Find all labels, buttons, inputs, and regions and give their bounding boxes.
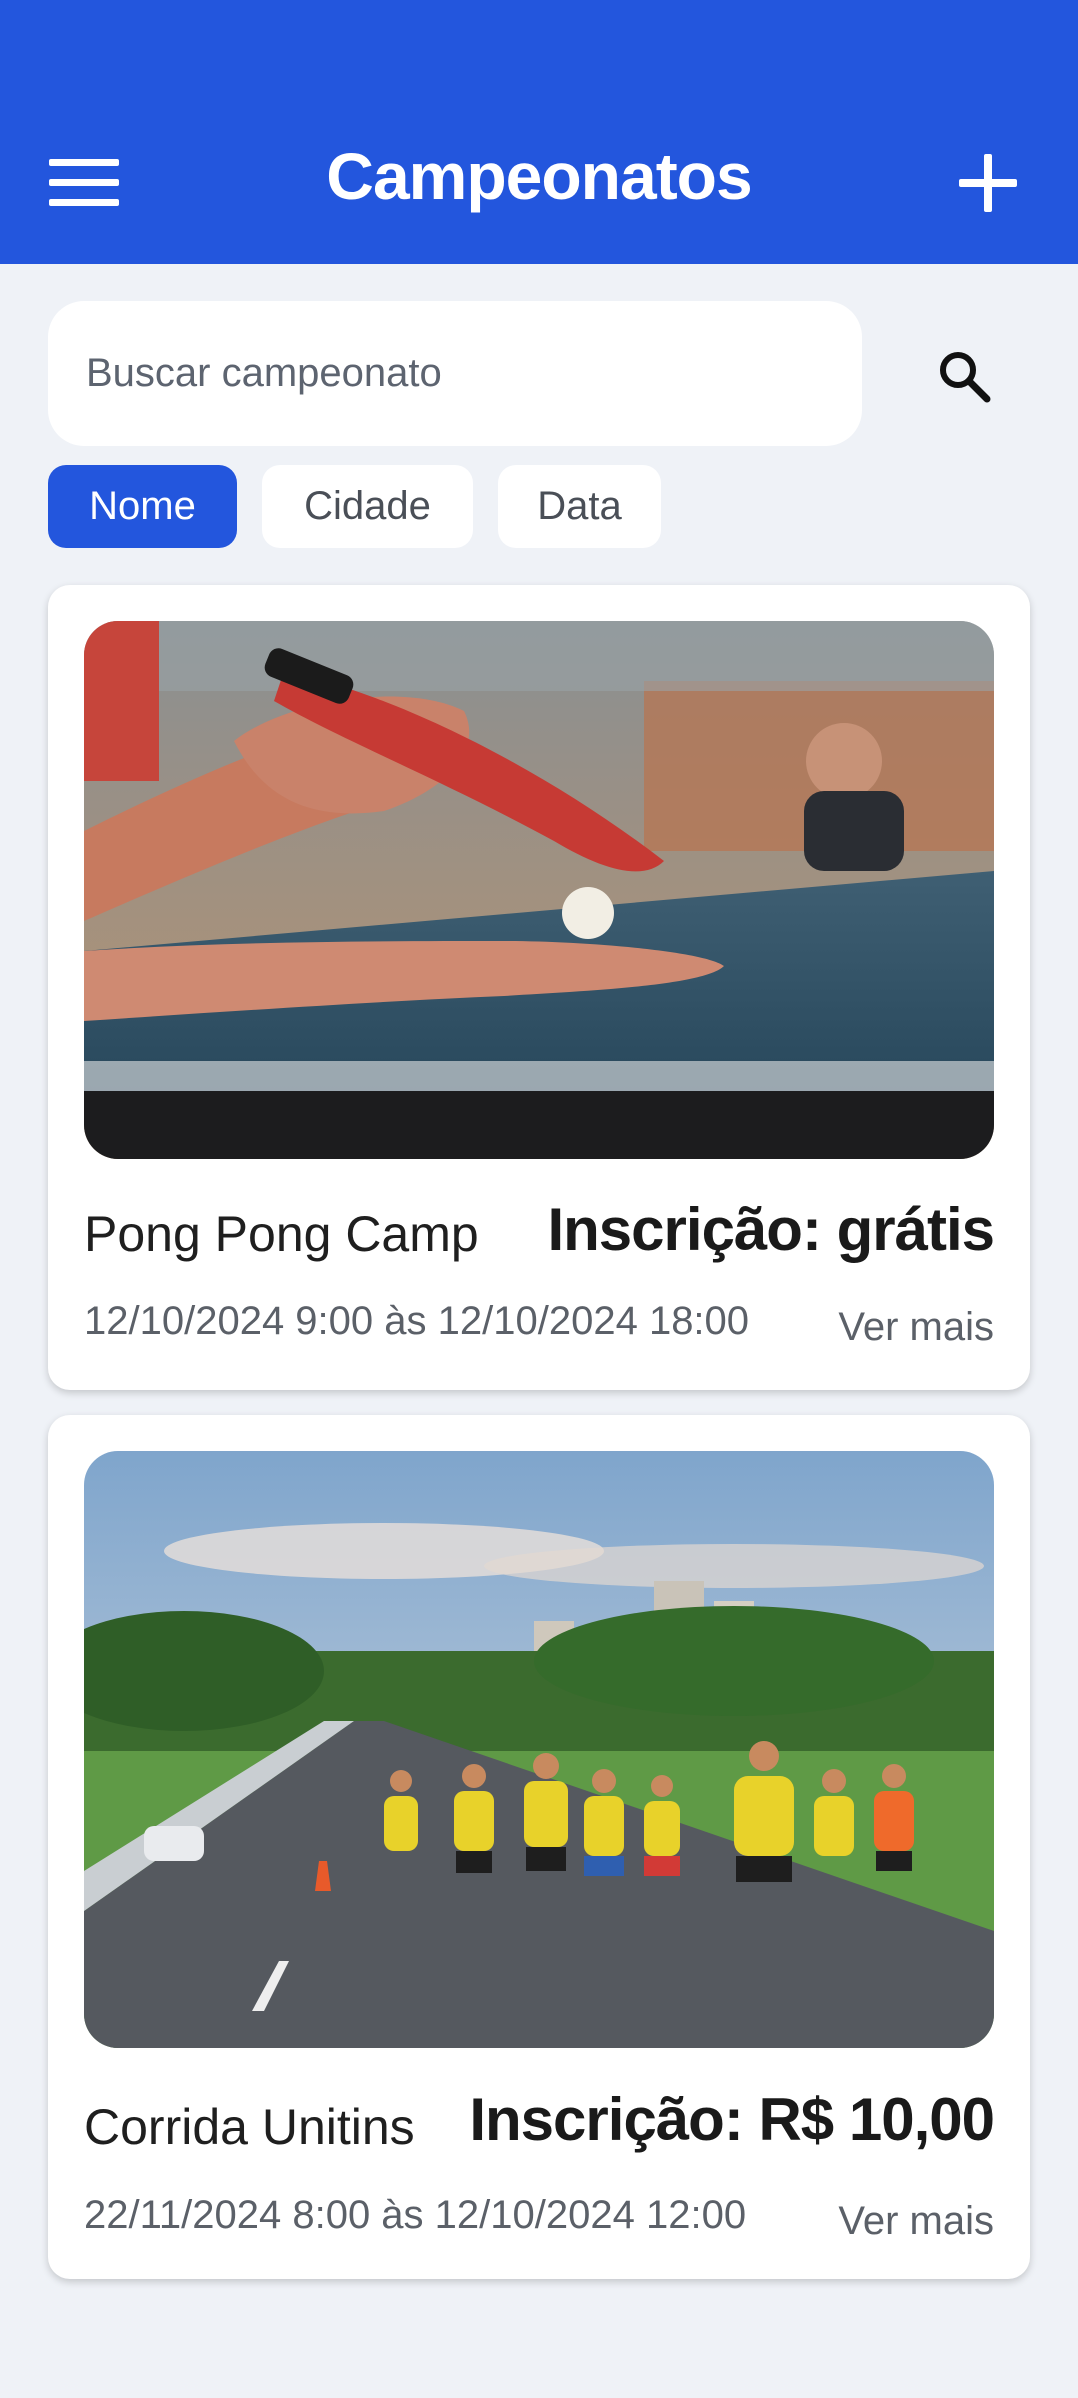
- app-bar: Campeonatos: [0, 0, 1078, 264]
- table-tennis-photo: [84, 621, 994, 1159]
- championship-price: Inscrição: R$ 10,00: [469, 2086, 995, 2153]
- championship-name: Pong Pong Camp: [84, 1206, 479, 1262]
- championship-dates: 12/10/2024 9:00 às 12/10/2024 18:00: [84, 1299, 750, 1343]
- filter-chip-data[interactable]: Data: [498, 465, 661, 548]
- search-input[interactable]: [84, 350, 826, 397]
- championship-card[interactable]: Pong Pong Camp Inscrição: grátis 12/10/2…: [48, 585, 1030, 1390]
- championship-name: Corrida Unitins: [84, 2099, 415, 2155]
- championship-card[interactable]: Corrida Unitins Inscrição: R$ 10,00 22/1…: [48, 1415, 1030, 2279]
- search-field[interactable]: [48, 301, 862, 446]
- championship-price: Inscrição: grátis: [547, 1196, 995, 1263]
- page-title: Campeonatos: [326, 139, 752, 213]
- search-button[interactable]: [920, 332, 1008, 420]
- add-championship-button[interactable]: [945, 140, 1031, 226]
- filter-chip-nome[interactable]: Nome: [48, 465, 237, 548]
- plus-icon: [959, 154, 1017, 212]
- search-icon: [940, 352, 991, 403]
- championship-dates: 22/11/2024 8:00 às 12/10/2024 12:00: [84, 2193, 747, 2237]
- street-running-race-photo: [84, 1451, 994, 2048]
- filter-chip-cidade[interactable]: Cidade: [262, 465, 473, 548]
- see-more-link[interactable]: Ver mais: [838, 1305, 994, 1350]
- see-more-link[interactable]: Ver mais: [838, 2199, 994, 2244]
